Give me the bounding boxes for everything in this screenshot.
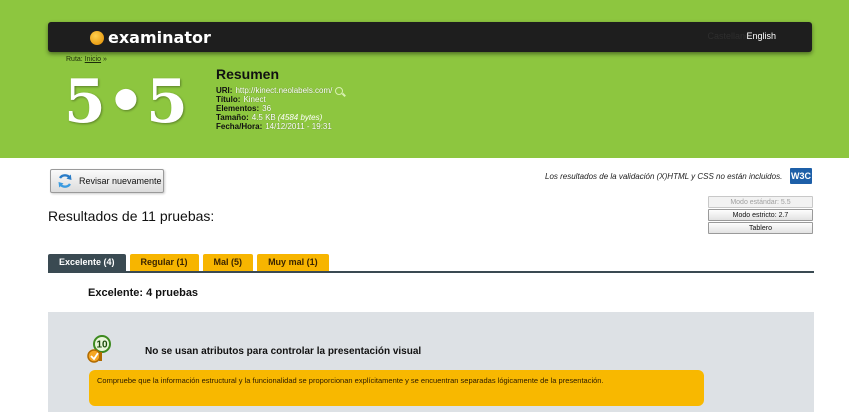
elements-value: 36 [262, 104, 272, 113]
score-badge-icon[interactable]: 10 [86, 334, 116, 364]
title-value: Kinect [243, 95, 266, 104]
score-badge-value: 10 [96, 340, 108, 351]
datetime-label: Fecha/Hora: [216, 122, 263, 131]
score-display: 5•5 [64, 67, 189, 137]
recheck-label: Revisar nuevamente [79, 176, 162, 186]
recheck-button[interactable]: Revisar nuevamente [50, 169, 164, 193]
size-bytes: (4584 bytes) [277, 113, 323, 122]
breadcrumb: Ruta: Inicio » [66, 56, 107, 63]
test-note: Compruebe que la información estructural… [89, 370, 704, 406]
magnifier-icon[interactable] [335, 86, 344, 95]
tab-muy-mal[interactable]: Muy mal (1) [257, 254, 329, 271]
tab-regular[interactable]: Regular (1) [129, 254, 199, 271]
w3c-icon[interactable]: W3C [790, 168, 812, 184]
uri-value: http://kinect.neolabels.com/ [235, 86, 333, 95]
breadcrumb-separator: » [102, 56, 107, 63]
examinator-logo-icon [90, 30, 104, 45]
summary-uri-row: URI: http://kinect.neolabels.com/ [216, 86, 344, 95]
brand-name: examinator [108, 28, 211, 47]
summary-title-row: Título: Kinect [216, 95, 343, 104]
test-panel: 10 No se usan atributos para controlar l… [48, 312, 814, 412]
validation-note: Los resultados de la validación (X)HTML … [545, 172, 783, 181]
elements-label: Elementos: [216, 104, 260, 113]
language-link-english[interactable]: English [746, 31, 776, 41]
mode-strict-button[interactable]: Modo estricto: 2.7 [708, 209, 813, 221]
top-navbar: examinator Castellano English [48, 22, 812, 52]
tab-divider [48, 271, 814, 273]
tab-excelente[interactable]: Excelente (4) [48, 254, 126, 271]
breadcrumb-home-link[interactable]: Inicio [85, 56, 101, 63]
tab-mal[interactable]: Mal (5) [202, 254, 254, 271]
summary-elements-row: Elementos: 36 [216, 104, 343, 113]
summary-panel: Resumen URI: http://kinect.neolabels.com… [216, 66, 344, 131]
mode-standard-button[interactable]: Modo estándar: 5.5 [708, 196, 813, 208]
brand-logo[interactable]: examinator [90, 28, 211, 47]
test-title: No se usan atributos para controlar la p… [145, 346, 422, 357]
size-label: Tamaño: [216, 113, 249, 122]
title-label: Título: [216, 95, 241, 104]
results-title: Resultados de 11 pruebas: [48, 208, 215, 224]
header-band: examinator Castellano English Ruta: Inic… [0, 0, 849, 158]
summary-heading: Resumen [216, 66, 280, 82]
refresh-icon [58, 174, 72, 188]
dashboard-button[interactable]: Tablero [708, 222, 813, 234]
uri-label: URI: [216, 86, 233, 95]
summary-datetime-row: Fecha/Hora: 14/12/2011 - 19:31 [216, 122, 343, 131]
summary-size-row: Tamaño: 4.5 KB (4584 bytes) [216, 113, 343, 122]
language-link-castellano[interactable]: Castellano [707, 31, 750, 41]
size-value: 4.5 KB [251, 113, 276, 122]
datetime-value: 14/12/2011 - 19:31 [265, 122, 332, 131]
section-title: Excelente: 4 pruebas [88, 287, 199, 299]
breadcrumb-prefix: Ruta: [66, 56, 83, 63]
result-tabs: Excelente (4) Regular (1) Mal (5) Muy ma… [48, 254, 329, 271]
